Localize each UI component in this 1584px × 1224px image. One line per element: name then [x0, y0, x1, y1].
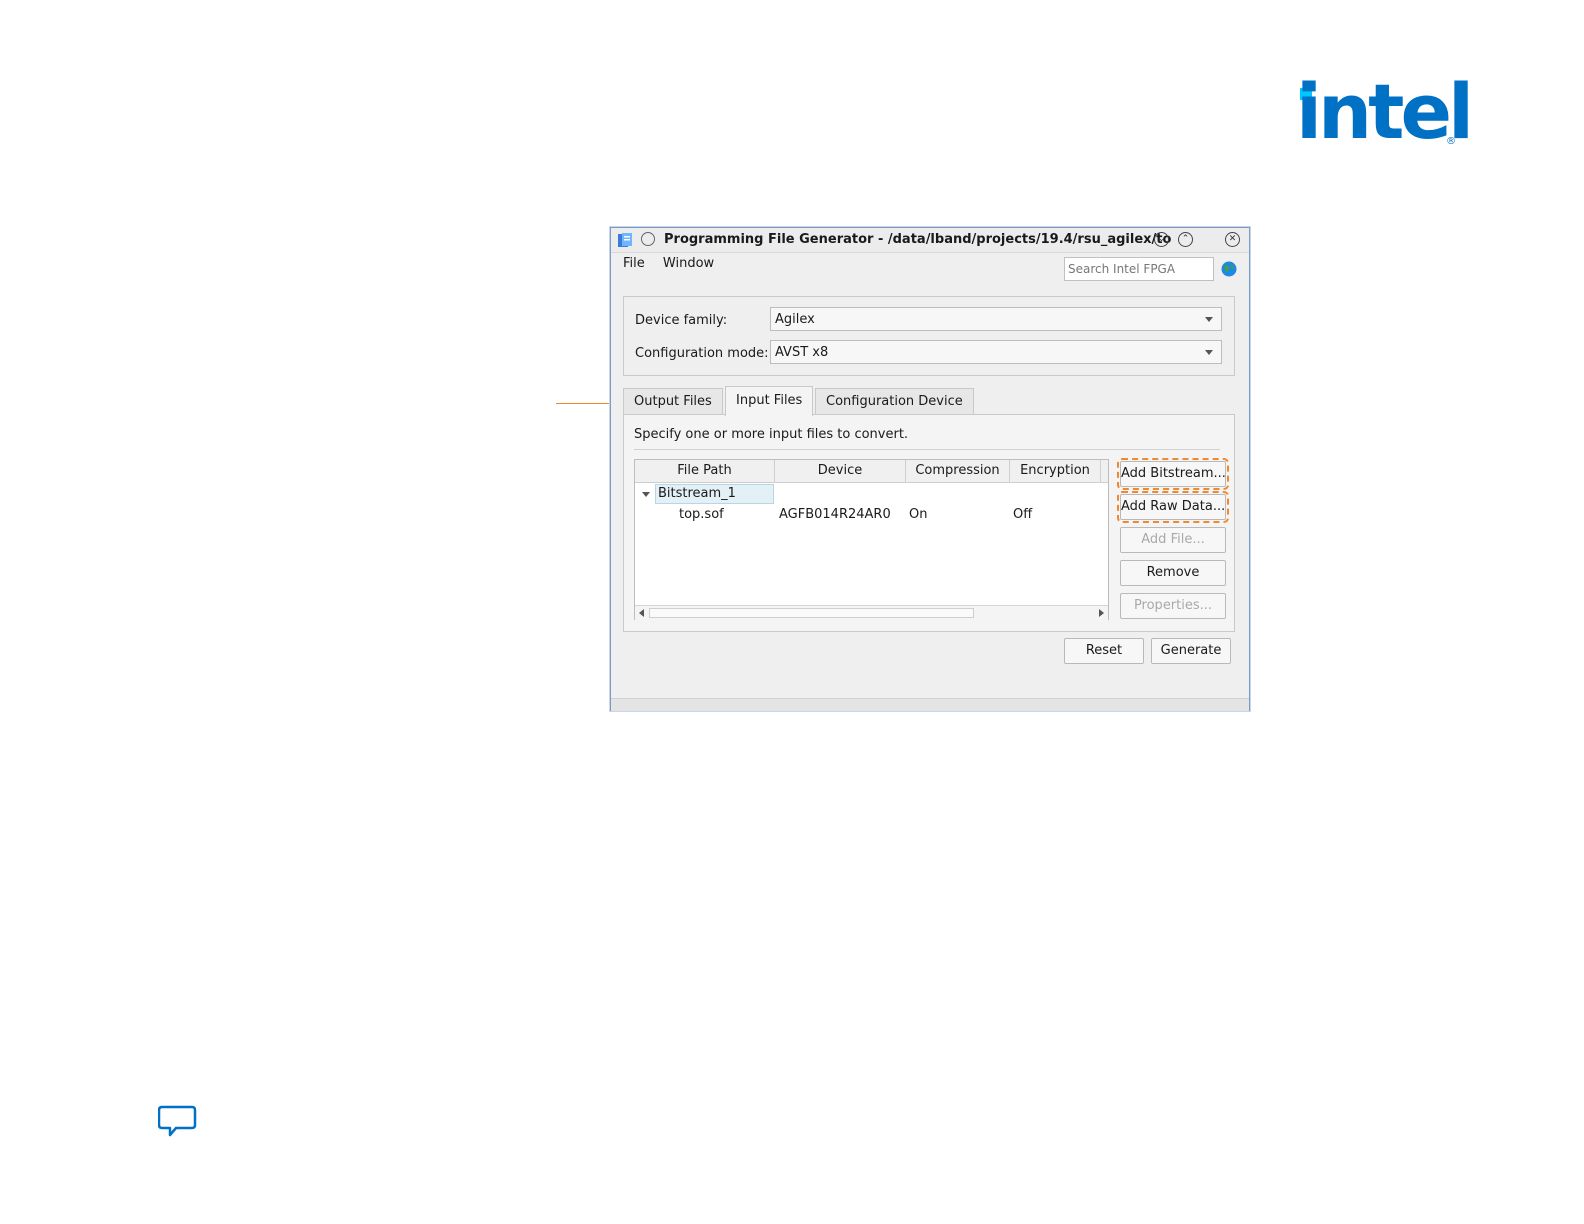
globe-icon[interactable]: [1221, 261, 1237, 277]
configuration-mode-value: AVST x8: [775, 345, 829, 360]
column-header-file-path[interactable]: File Path: [635, 460, 775, 482]
feedback-icon[interactable]: [158, 1104, 198, 1140]
remove-button[interactable]: Remove: [1120, 560, 1226, 586]
menu-window[interactable]: Window: [663, 256, 714, 271]
table-row[interactable]: top.sof AGFB014R24AR0 On Off: [635, 505, 1108, 525]
scrollbar-thumb[interactable]: [649, 608, 974, 618]
intel-logo: intel ®: [1296, 74, 1474, 154]
add-raw-data-button[interactable]: Add Raw Data...: [1117, 491, 1229, 523]
configuration-mode-label: Configuration mode:: [635, 346, 769, 361]
device-family-select[interactable]: Agilex: [770, 307, 1222, 331]
minimize-icon[interactable]: ⌄: [1154, 232, 1169, 247]
logo-wordmark: intel: [1296, 67, 1474, 156]
tab-input-files[interactable]: Input Files: [725, 386, 814, 416]
maximize-icon[interactable]: ⌃: [1178, 232, 1193, 247]
tab-output-files[interactable]: Output Files: [623, 388, 723, 414]
close-icon[interactable]: ✕: [1225, 232, 1240, 247]
divider: [634, 449, 1220, 450]
cell-device: AGFB014R24AR0: [779, 507, 891, 522]
menu-file[interactable]: File: [623, 256, 645, 271]
generate-button[interactable]: Generate: [1151, 638, 1231, 664]
column-header-encryption[interactable]: Encryption: [1010, 460, 1101, 482]
properties-button[interactable]: Properties...: [1120, 593, 1226, 619]
horizontal-scrollbar[interactable]: [635, 605, 1108, 620]
add-bitstream-button[interactable]: Add Bitstream...: [1117, 458, 1229, 490]
column-header-compression[interactable]: Compression: [906, 460, 1010, 482]
bitstream-group-label[interactable]: Bitstream_1: [655, 484, 774, 504]
scroll-right-icon[interactable]: [1099, 609, 1104, 617]
window-title: Programming File Generator - /data/lband…: [664, 232, 1172, 247]
menu-bar: File Window: [623, 256, 728, 276]
cell-compression: On: [909, 507, 928, 522]
chevron-down-icon: [1205, 350, 1213, 355]
column-header-device[interactable]: Device: [775, 460, 906, 482]
window-menu-icon[interactable]: [641, 232, 655, 246]
cell-file-path: top.sof: [679, 507, 724, 522]
tree-expand-icon[interactable]: [642, 492, 650, 497]
table-row-group[interactable]: Bitstream_1: [635, 484, 1108, 504]
device-settings-group: Device family: Agilex Configuration mode…: [623, 296, 1235, 376]
device-family-value: Agilex: [775, 312, 815, 327]
tab-configuration-device[interactable]: Configuration Device: [815, 388, 974, 414]
configuration-mode-select[interactable]: AVST x8: [770, 340, 1222, 364]
cell-encryption: Off: [1013, 507, 1033, 522]
table-header: File Path Device Compression Encryption: [635, 460, 1108, 483]
title-bar: Programming File Generator - /data/lband…: [611, 228, 1249, 253]
add-file-button[interactable]: Add File...: [1120, 527, 1226, 553]
chevron-down-icon: [1205, 317, 1213, 322]
search-input[interactable]: Search Intel FPGA: [1064, 257, 1214, 281]
input-files-panel: Specify one or more input files to conve…: [623, 414, 1235, 632]
programming-file-generator-window: Programming File Generator - /data/lband…: [610, 227, 1250, 711]
logo-registered-mark: ®: [1446, 136, 1456, 147]
scroll-left-icon[interactable]: [639, 609, 644, 617]
app-icon: [618, 233, 632, 247]
instruction-text: Specify one or more input files to conve…: [634, 427, 909, 442]
input-files-table[interactable]: File Path Device Compression Encryption …: [634, 459, 1109, 620]
status-bar: [611, 698, 1249, 711]
device-family-label: Device family:: [635, 313, 728, 328]
reset-button[interactable]: Reset: [1064, 638, 1144, 664]
